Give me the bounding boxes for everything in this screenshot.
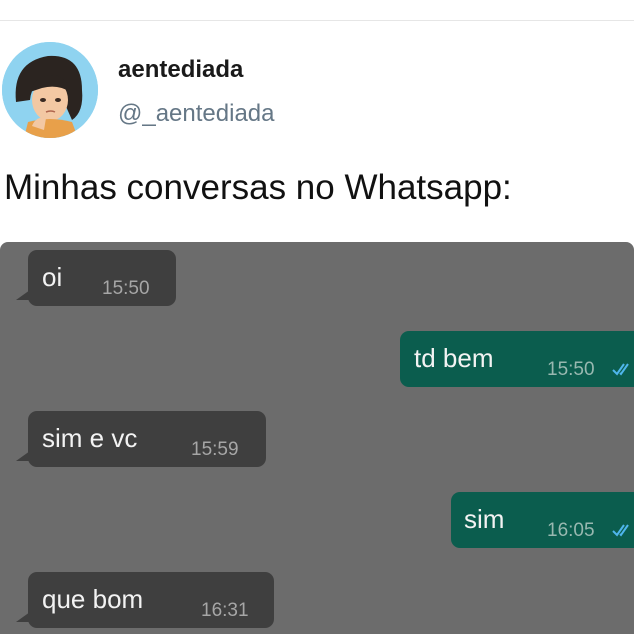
user-handle[interactable]: @_aentediada [118,100,275,128]
tweet-text: Minhas conversas no Whatsapp: [4,168,512,207]
message-text: que bom [42,584,144,614]
message-text: sim [464,504,505,534]
message-bubble-incoming: que bom 16:31 [16,572,274,628]
message-text: td bem [414,343,494,373]
avatar[interactable] [2,42,98,138]
message-time: 15:50 [102,278,150,299]
message-time: 16:05 [547,520,595,541]
message-time: 15:59 [191,439,239,460]
message-text: oi [42,262,63,292]
message-bubble-outgoing: sim 16:05 [451,492,634,548]
message-time: 15:50 [547,359,595,380]
message-text: sim e vc [42,423,138,453]
message-bubble-incoming: sim e vc 15:59 [16,411,266,467]
chat-screenshot: oi 15:50 td bem 15:50 sim e vc 15:59 sim… [0,242,634,634]
display-name[interactable]: aentediada [118,56,243,84]
read-receipt-icon [612,524,629,537]
message-bubble-incoming: oi 15:50 [16,250,176,306]
message-bubble-outgoing: td bem 15:50 [400,331,634,387]
top-divider [0,20,634,21]
avatar-illustration [2,42,98,138]
read-receipt-icon [612,363,629,376]
message-time: 16:31 [201,600,249,621]
